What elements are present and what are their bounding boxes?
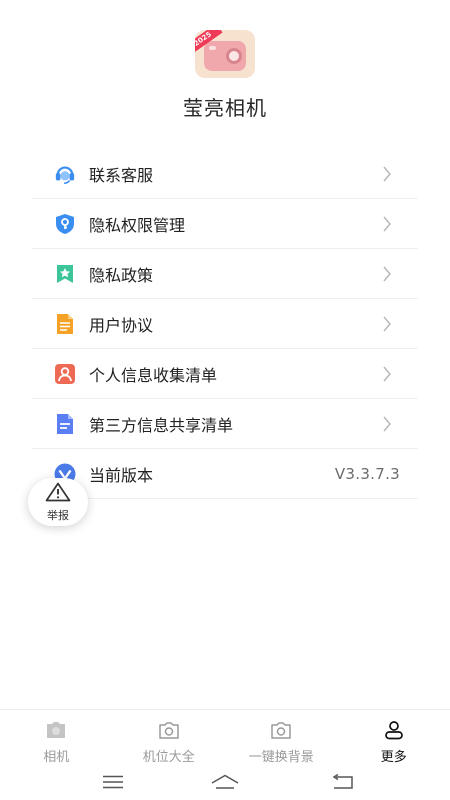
tab-label: 一键换背景	[248, 750, 314, 765]
menu-item-label: 第三方信息共享清单	[89, 415, 234, 435]
menu-item-third-party-sharing[interactable]: 第三方信息共享清单	[32, 399, 418, 449]
version-number: V3.3.7.3	[334, 464, 400, 483]
tab-label: 相机	[43, 750, 70, 765]
report-label: 举报	[47, 508, 69, 522]
menu-item-privacy-permissions[interactable]: 隐私权限管理	[32, 199, 418, 249]
tab-camera[interactable]: 相机	[0, 710, 113, 765]
star-bookmark-icon	[54, 263, 76, 285]
tab-change-background[interactable]: 一键换背景	[225, 710, 338, 765]
chevron-right-icon	[374, 414, 400, 434]
camera-filled-icon	[44, 720, 68, 744]
app-name: 莹亮相机	[183, 96, 267, 120]
app-logo: 2025	[195, 30, 255, 78]
tab-camera-positions[interactable]: 机位大全	[113, 710, 226, 765]
tab-label: 更多	[380, 750, 407, 765]
bottom-tab-bar: 相机 机位大全 一键换背景 更多	[0, 709, 450, 765]
camera-outline-icon	[269, 720, 293, 744]
menu-item-label: 用户协议	[89, 315, 154, 335]
settings-menu: 联系客服 隐私权限管理 隐私政策 用户协议 个人信息收集清单 第三方信息共享清单…	[32, 149, 418, 499]
menu-item-label: 联系客服	[89, 165, 154, 185]
chevron-right-icon	[374, 214, 400, 234]
menu-item-current-version[interactable]: 当前版本 V3.3.7.3	[32, 449, 418, 499]
menu-item-user-agreement[interactable]: 用户协议	[32, 299, 418, 349]
tab-more[interactable]: 更多	[338, 710, 450, 765]
menu-item-personal-info-list[interactable]: 个人信息收集清单	[32, 349, 418, 399]
chevron-right-icon	[374, 314, 400, 334]
logo-camera-shape	[204, 41, 246, 71]
logo-flash	[209, 46, 216, 50]
warning-icon	[45, 482, 71, 506]
camera-outline-icon	[157, 720, 181, 744]
menu-item-label: 隐私政策	[89, 265, 154, 285]
app-header: 2025 莹亮相机	[0, 0, 450, 140]
menu-item-label: 个人信息收集清单	[89, 365, 218, 385]
chevron-right-icon	[374, 164, 400, 184]
chevron-right-icon	[374, 364, 400, 384]
report-button[interactable]: 举报	[28, 478, 88, 526]
menu-icon[interactable]	[93, 770, 133, 794]
shared-document-icon	[54, 413, 76, 435]
home-icon[interactable]	[205, 770, 245, 794]
person-card-icon	[54, 363, 76, 385]
menu-item-label: 隐私权限管理	[89, 215, 186, 235]
chevron-right-icon	[374, 264, 400, 284]
back-icon[interactable]	[323, 770, 363, 794]
logo-lens	[226, 48, 242, 64]
tab-label: 机位大全	[142, 750, 195, 765]
person-icon	[383, 720, 405, 744]
menu-item-privacy-policy[interactable]: 隐私政策	[32, 249, 418, 299]
headset-icon	[54, 163, 76, 185]
key-shield-icon	[54, 213, 76, 235]
document-icon	[54, 313, 76, 335]
menu-item-label: 当前版本	[89, 465, 154, 485]
menu-item-contact-support[interactable]: 联系客服	[32, 149, 418, 199]
system-navigation-bar	[0, 764, 450, 800]
